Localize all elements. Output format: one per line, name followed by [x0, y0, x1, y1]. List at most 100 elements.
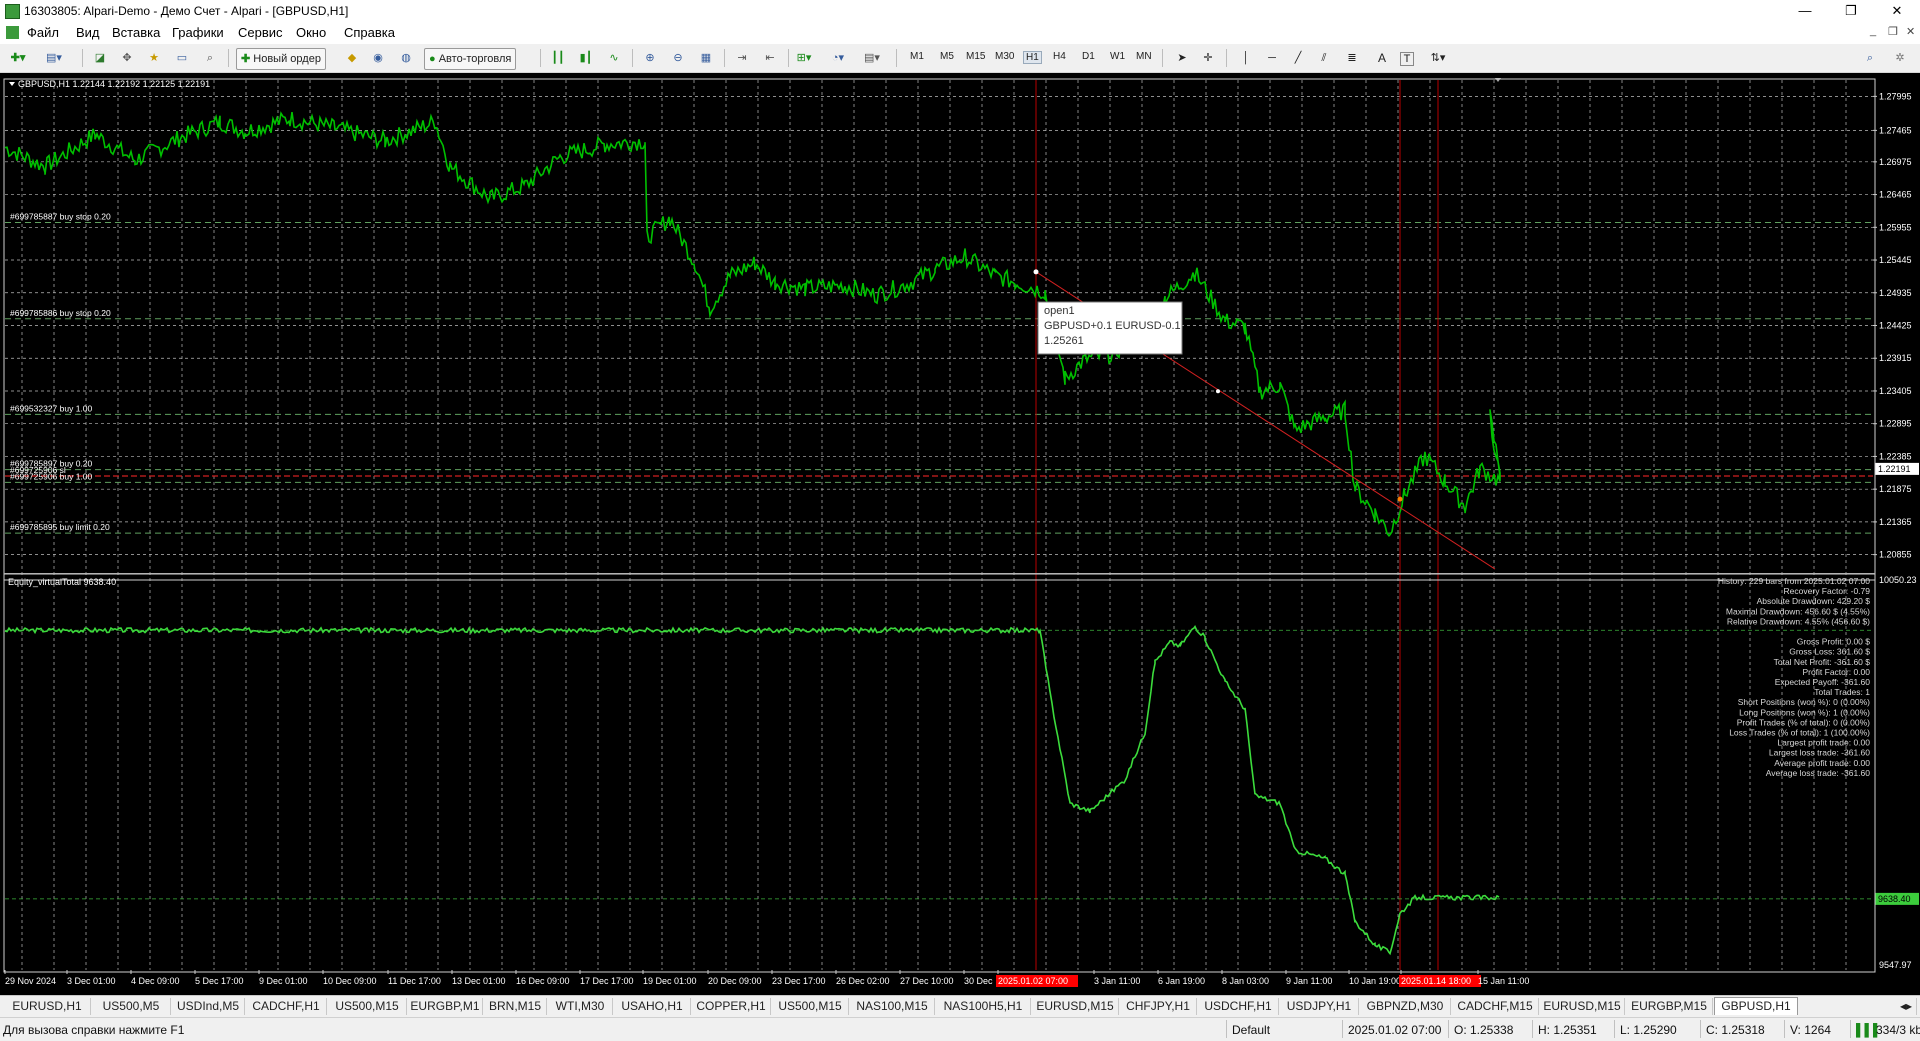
- chart-tab[interactable]: CADCHF,M15: [1452, 998, 1539, 1015]
- window-title: 16303805: Alpari-Demo - Демо Счет - Alpa…: [24, 4, 349, 18]
- stat-line: History: 229 bars from 2025.01.02 07:00: [1718, 576, 1870, 586]
- stat-line: Recovery Factor: -0.79: [1784, 586, 1871, 596]
- zoom-out-icon[interactable]: ⊖: [668, 48, 688, 68]
- chart-tab[interactable]: US500,M5: [92, 998, 171, 1015]
- chart-tab[interactable]: USAHO,H1: [614, 998, 691, 1015]
- chart-shift-icon[interactable]: ⇤: [760, 48, 780, 68]
- timeframe-w1[interactable]: W1: [1110, 51, 1125, 62]
- profiles-icon[interactable]: ▤▾: [44, 48, 64, 68]
- chart-tab-bar: EURUSD,H1 US500,M5 USDInd,M5 CADCHF,H1 US500…: [0, 995, 1920, 1017]
- mdi-restore-button[interactable]: ❐: [1888, 25, 1898, 38]
- chart-tab[interactable]: EURGBP,M15: [1626, 998, 1713, 1015]
- periods-icon[interactable]: ◔▾: [828, 48, 848, 68]
- menu-file[interactable]: Файл: [27, 25, 59, 40]
- timeframe-d1[interactable]: D1: [1082, 51, 1095, 62]
- timeframe-m1[interactable]: M1: [910, 51, 924, 62]
- mdi-close-button[interactable]: ✕: [1906, 25, 1915, 38]
- time-axis-label: 30 Dec: [964, 976, 993, 986]
- time-axis-label: 3 Jan 11:00: [1094, 976, 1140, 986]
- chart-tab[interactable]: USDInd,M5: [172, 998, 245, 1015]
- tab-scroll-icon[interactable]: ◂▸: [1896, 998, 1917, 1015]
- fibonacci-icon[interactable]: ≣: [1342, 48, 1362, 68]
- zoom-in-icon[interactable]: ⊕: [640, 48, 660, 68]
- chart-tab[interactable]: CHFJPY,H1: [1120, 998, 1197, 1015]
- new-order-button[interactable]: ✚ Новый ордер: [236, 48, 326, 70]
- tooltip-line-2: GBPUSD+0.1 EURUSD-0.1: [1044, 320, 1181, 332]
- vps-icon[interactable]: ◍: [396, 48, 416, 68]
- price-axis-label: 1.23915: [1879, 353, 1912, 363]
- menu-window[interactable]: Окно: [296, 25, 326, 40]
- terminal-icon[interactable]: ▭: [172, 48, 192, 68]
- indicators-icon[interactable]: ⊞▾: [794, 48, 814, 68]
- time-axis-label: 13 Dec 01:00: [452, 976, 506, 986]
- menu-charts[interactable]: Графики: [172, 25, 224, 40]
- chart-tab[interactable]: US500,M15: [772, 998, 849, 1015]
- time-axis-label: 9 Jan 11:00: [1286, 976, 1332, 986]
- timeframe-h1[interactable]: H1: [1023, 51, 1042, 64]
- chart-tab[interactable]: WTI,M30: [548, 998, 613, 1015]
- cursor-icon[interactable]: ➤: [1172, 48, 1192, 68]
- timeframe-mn[interactable]: MN: [1136, 51, 1152, 62]
- channel-icon[interactable]: ⫽: [1314, 48, 1334, 68]
- chart-tab[interactable]: USDCHF,H1: [1198, 998, 1279, 1015]
- stat-line: Total Trades: 1: [1814, 687, 1870, 697]
- chart-tab[interactable]: GBPUSD,H1: [1714, 997, 1798, 1015]
- chart-tab[interactable]: COPPER,H1: [692, 998, 771, 1015]
- chart-tab[interactable]: EURUSD,H1: [4, 998, 91, 1015]
- menu-view[interactable]: Вид: [76, 25, 100, 40]
- text-tool-icon[interactable]: A: [1372, 48, 1392, 68]
- order-label: #699532327 buy 1.00: [10, 403, 93, 413]
- status-volume: V: 1264: [1790, 1023, 1831, 1037]
- templates-icon[interactable]: ▤▾: [862, 48, 882, 68]
- chart-tab[interactable]: BRN,M15: [484, 998, 547, 1015]
- timeframe-m5[interactable]: M5: [940, 51, 954, 62]
- status-profile[interactable]: Default: [1232, 1023, 1270, 1037]
- candle-chart-icon[interactable]: ▮┃: [576, 48, 596, 68]
- arrows-icon[interactable]: ⇅▾: [1428, 48, 1448, 68]
- strategy-tester-icon[interactable]: ⌕: [200, 48, 220, 68]
- mdi-minimize-button[interactable]: _: [1870, 25, 1876, 37]
- crosshair-icon[interactable]: ✛: [1198, 48, 1218, 68]
- timeframe-h4[interactable]: H4: [1053, 51, 1066, 62]
- menu-bar: Файл Вид Вставка Графики Сервис Окно Спр…: [0, 22, 1920, 44]
- market-watch-icon[interactable]: ◪: [90, 48, 110, 68]
- trendline-icon[interactable]: ╱: [1288, 48, 1308, 68]
- chart-canvas[interactable]: #699785887 buy stop 0.20 #699785886 buy s…: [0, 73, 1920, 995]
- close-button[interactable]: ✕: [1874, 0, 1920, 22]
- chart-tab[interactable]: EURUSD,M15: [1540, 998, 1625, 1015]
- restore-button[interactable]: ❐: [1828, 0, 1874, 22]
- autoscroll-icon[interactable]: ⇥: [732, 48, 752, 68]
- chart-tab[interactable]: CADCHF,H1: [246, 998, 327, 1015]
- time-axis-label: 4 Dec 09:00: [131, 976, 180, 986]
- timeframe-m30[interactable]: M30: [995, 51, 1014, 62]
- tile-windows-icon[interactable]: ▦: [696, 48, 716, 68]
- settings-icon[interactable]: ✲: [1890, 48, 1910, 68]
- menu-tools[interactable]: Сервис: [238, 25, 283, 40]
- data-window-icon[interactable]: ✥: [117, 48, 137, 68]
- menu-insert[interactable]: Вставка: [112, 25, 160, 40]
- text-label-icon[interactable]: T: [1400, 52, 1414, 66]
- autotrading-button[interactable]: ● Авто-торговля: [424, 48, 517, 70]
- chart-window[interactable]: #699785887 buy stop 0.20 #699785886 buy s…: [0, 73, 1920, 995]
- timeframe-m15[interactable]: M15: [966, 51, 985, 62]
- horizontal-line-icon[interactable]: ─: [1262, 48, 1282, 68]
- chart-tab[interactable]: USDJPY,H1: [1280, 998, 1359, 1015]
- line-chart-icon[interactable]: ∿: [604, 48, 624, 68]
- chart-tab[interactable]: GBPNZD,M30: [1360, 998, 1451, 1015]
- bar-chart-icon[interactable]: ┃┃: [548, 48, 568, 68]
- chart-tab[interactable]: NAS100H5,H1: [936, 998, 1031, 1015]
- navigator-icon[interactable]: ★: [144, 48, 164, 68]
- indicator-pane-frame: [3, 573, 1876, 973]
- chart-tab[interactable]: NAS100,M15: [850, 998, 935, 1015]
- minimize-button[interactable]: —: [1782, 0, 1828, 22]
- signals-icon[interactable]: ◉: [368, 48, 388, 68]
- metaeditor-icon[interactable]: ◆: [342, 48, 362, 68]
- vertical-line-icon[interactable]: │: [1236, 48, 1256, 68]
- chart-tab[interactable]: EURUSD,M15: [1032, 998, 1119, 1015]
- new-chart-icon[interactable]: ✚▾: [8, 48, 28, 68]
- search-icon[interactable]: ⌕: [1860, 48, 1880, 68]
- menu-help[interactable]: Справка: [344, 25, 395, 40]
- chart-tab[interactable]: US500,M15: [328, 998, 407, 1015]
- order-label: #699785886 buy stop 0.20: [10, 308, 111, 318]
- chart-tab[interactable]: EURGBP,M1: [408, 998, 483, 1015]
